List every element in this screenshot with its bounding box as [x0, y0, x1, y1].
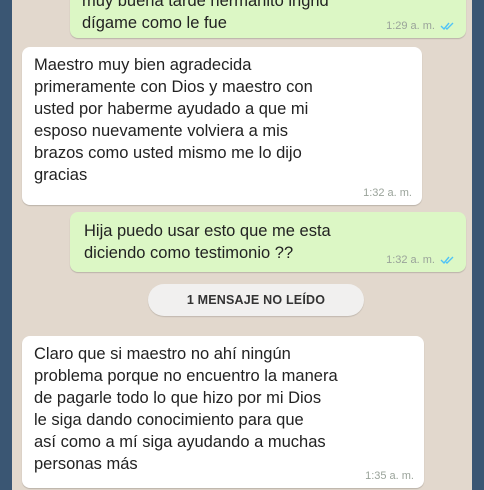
message-incoming[interactable]: Maestro muy bien agradecida primeramente…	[22, 47, 422, 205]
message-text: Maestro muy bien agradecida primeramente…	[34, 56, 313, 184]
photo-border-left	[0, 0, 12, 490]
unread-messages-divider: 1 MENSAJE NO LEÍDO	[148, 284, 364, 316]
message-text: Claro que si maestro no ahí ningún probl…	[34, 345, 338, 473]
message-time: 1:32 a. m.	[386, 254, 435, 266]
double-check-icon	[440, 256, 454, 265]
message-meta: 1:32 a. m.	[363, 187, 412, 199]
message-text: Hija puedo usar esto que me esta diciend…	[84, 222, 331, 262]
message-outgoing[interactable]: muy buena tarde hermanito ingrid dígame …	[70, 0, 466, 38]
chat-area[interactable]: muy buena tarde hermanito ingrid dígame …	[12, 0, 472, 490]
message-text: muy buena tarde hermanito ingrid dígame …	[82, 0, 329, 32]
message-time: 1:35 a. m.	[365, 470, 414, 482]
message-incoming[interactable]: Claro que si maestro no ahí ningún probl…	[22, 336, 424, 488]
message-meta: 1:29 a. m.	[386, 20, 456, 32]
message-outgoing[interactable]: Hija puedo usar esto que me esta diciend…	[70, 212, 466, 272]
double-check-icon	[440, 22, 454, 31]
message-meta: 1:32 a. m.	[386, 254, 456, 266]
photo-border-right	[472, 0, 484, 490]
message-time: 1:32 a. m.	[363, 187, 412, 199]
message-meta: 1:35 a. m.	[365, 470, 414, 482]
message-time: 1:29 a. m.	[386, 20, 435, 32]
